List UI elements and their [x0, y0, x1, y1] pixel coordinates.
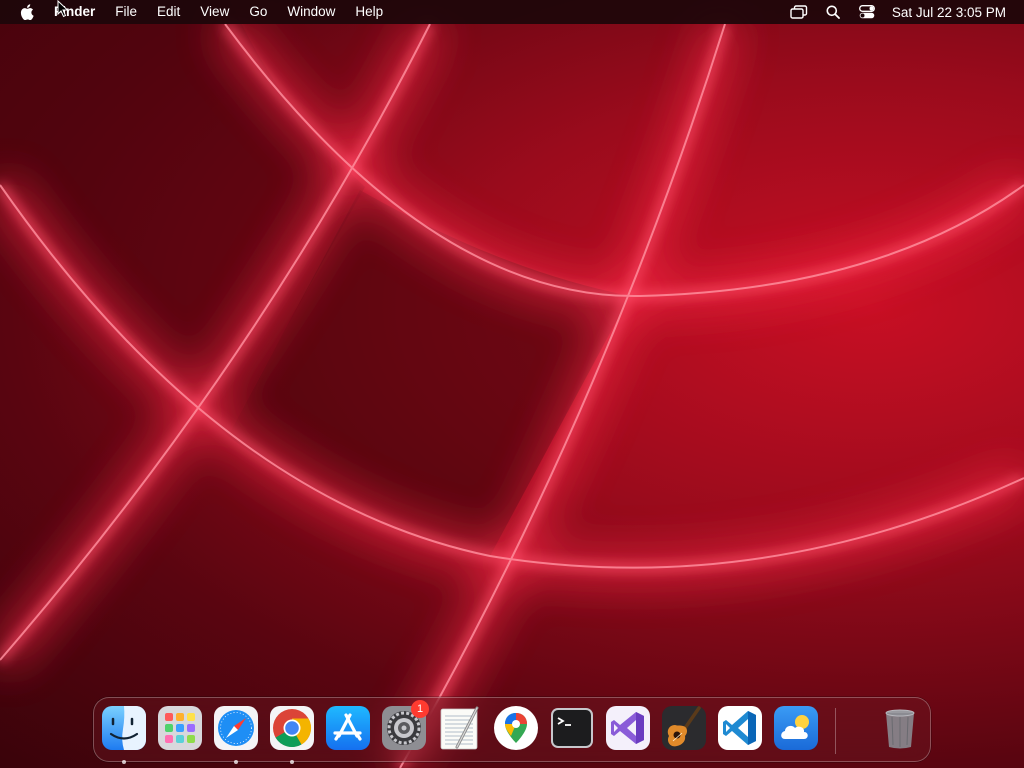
desktop[interactable]: Finder File Edit View Go Window Help Sat…: [0, 0, 1024, 768]
weather-icon: [774, 706, 818, 750]
dock-app-textedit[interactable]: [437, 705, 483, 751]
dock-app-finder[interactable]: [101, 705, 147, 764]
dock-app-weather[interactable]: [773, 705, 819, 751]
dock-app-vscode[interactable]: [717, 705, 763, 751]
garageband-icon: [662, 706, 706, 750]
menu-bar-clock[interactable]: Sat Jul 22 3:05 PM: [884, 5, 1006, 20]
dock-app-safari[interactable]: [213, 705, 259, 764]
dock-separator: [835, 708, 836, 754]
dock-app-terminal[interactable]: [549, 705, 595, 751]
dock-app-system-settings[interactable]: 1: [381, 700, 429, 751]
dock-trash[interactable]: [877, 705, 923, 751]
menu-window[interactable]: Window: [277, 0, 345, 24]
notification-badge: 1: [411, 700, 429, 718]
spotlight-button[interactable]: [816, 0, 850, 24]
vscode-icon: [718, 706, 762, 750]
menu-go[interactable]: Go: [239, 0, 277, 24]
dock: 1: [93, 697, 931, 764]
screen-mirroring-button[interactable]: [782, 0, 816, 24]
control-center-button[interactable]: [850, 0, 884, 24]
safari-icon: [214, 706, 258, 750]
visual-studio-icon: [606, 706, 650, 750]
menu-bar-status: Sat Jul 22 3:05 PM: [782, 0, 1024, 24]
running-indicator: [122, 760, 126, 764]
menu-help[interactable]: Help: [345, 0, 393, 24]
spotlight-search-icon: [826, 5, 840, 19]
running-indicator: [290, 760, 294, 764]
finder-icon: [102, 706, 146, 750]
apple-menu[interactable]: [0, 0, 54, 24]
dock-app-chrome[interactable]: [269, 705, 315, 764]
dock-app-garageband[interactable]: [661, 705, 707, 751]
terminal-icon: [551, 708, 593, 748]
chrome-icon: [270, 706, 314, 750]
control-center-icon: [858, 5, 875, 19]
launchpad-icon: [158, 706, 202, 750]
menu-view[interactable]: View: [190, 0, 239, 24]
dock-app-launchpad[interactable]: [157, 705, 203, 751]
menu-bar: Finder File Edit View Go Window Help Sat…: [0, 0, 1024, 24]
apple-logo-icon: [20, 4, 34, 20]
app-store-icon: [326, 706, 370, 750]
running-indicator: [234, 760, 238, 764]
google-maps-icon: [494, 706, 538, 750]
screen-mirroring-icon: [790, 5, 808, 19]
dock-app-visual-studio[interactable]: [605, 705, 651, 751]
dock-app-app-store[interactable]: [325, 705, 371, 751]
textedit-icon: [440, 706, 479, 750]
menu-edit[interactable]: Edit: [147, 0, 190, 24]
mouse-cursor-icon: [57, 0, 69, 18]
dock-app-google-maps[interactable]: [493, 705, 539, 751]
menu-file[interactable]: File: [105, 0, 147, 24]
wallpaper: [0, 0, 1024, 768]
trash-icon: [885, 709, 915, 749]
